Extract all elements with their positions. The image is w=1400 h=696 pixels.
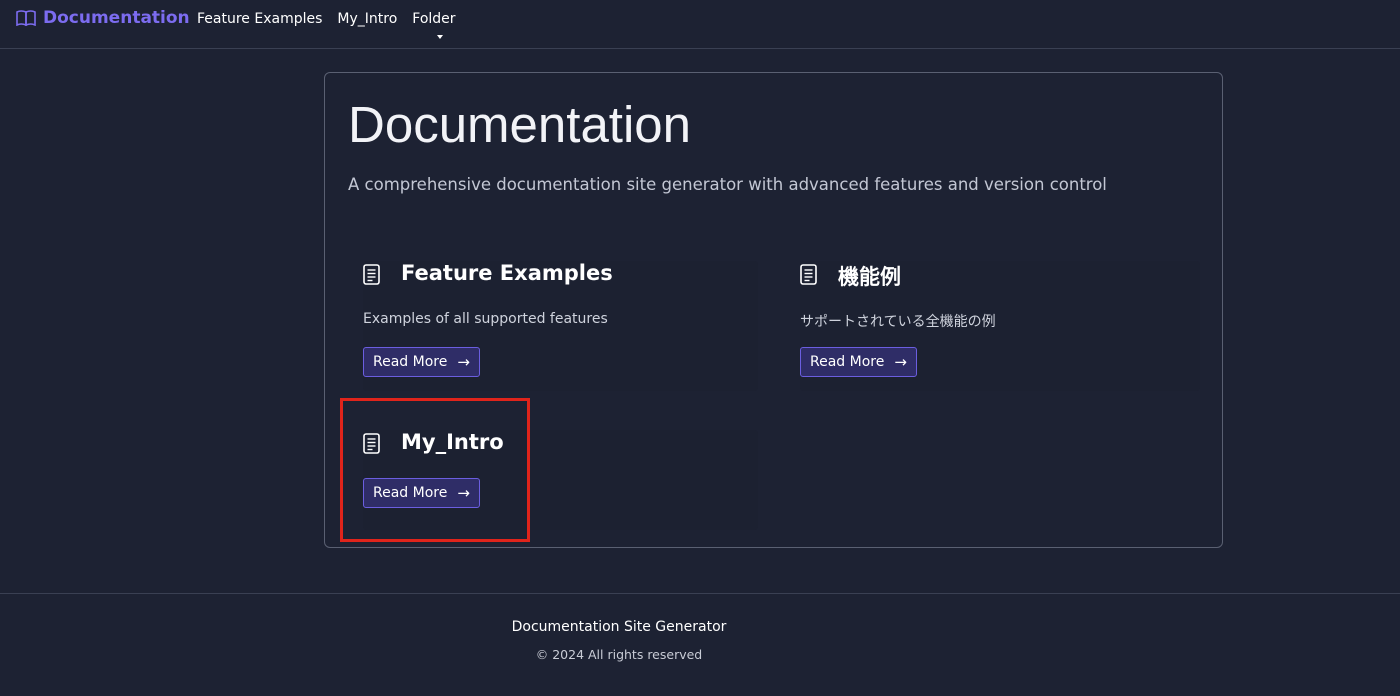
doc-card-kinou-rei: 機能例 サポートされている全機能の例 Read More → <box>800 261 1200 391</box>
doc-card-my-intro: My_Intro Read More → <box>363 430 758 530</box>
footer-copyright: © 2024 All rights reserved <box>535 647 703 662</box>
footer-title: Documentation Site Generator <box>511 619 727 635</box>
document-icon <box>363 264 380 285</box>
book-icon <box>16 10 36 27</box>
nav-link-folder-label: Folder <box>412 11 456 27</box>
doc-card-feature-examples: Feature Examples Examples of all support… <box>363 261 758 391</box>
arrow-right-icon: → <box>457 484 470 502</box>
nav-link-my-intro[interactable]: My_Intro <box>337 11 397 27</box>
read-more-label: Read More <box>373 485 448 501</box>
page-title: Documentation <box>348 96 692 153</box>
nav-link-folder[interactable]: Folder <box>412 11 456 39</box>
arrow-right-icon: → <box>457 353 470 371</box>
footer: Documentation Site Generator © 2024 All … <box>0 593 1400 696</box>
top-navbar: Documentation Feature Examples My_Intro … <box>0 0 1400 49</box>
read-more-label: Read More <box>810 354 885 370</box>
doc-card-description: サポートされている全機能の例 <box>800 314 996 330</box>
document-icon <box>800 264 817 285</box>
document-icon <box>363 433 380 454</box>
doc-card-title: 機能例 <box>838 265 901 289</box>
brand-link[interactable]: Documentation <box>16 8 190 28</box>
page-subtitle: A comprehensive documentation site gener… <box>348 175 1107 194</box>
main-card: Documentation A comprehensive documentat… <box>324 72 1223 548</box>
doc-card-title: Feature Examples <box>401 261 613 285</box>
read-more-button[interactable]: Read More → <box>363 347 480 377</box>
doc-card-title: My_Intro <box>401 430 504 454</box>
nav-links: Feature Examples My_Intro Folder <box>197 11 456 39</box>
nav-link-feature-examples[interactable]: Feature Examples <box>197 11 322 27</box>
brand-label: Documentation <box>43 8 190 28</box>
read-more-button[interactable]: Read More → <box>363 478 480 508</box>
arrow-right-icon: → <box>894 353 907 371</box>
doc-card-description: Examples of all supported features <box>363 311 608 327</box>
caret-down-icon <box>437 35 444 39</box>
read-more-label: Read More <box>373 354 448 370</box>
read-more-button[interactable]: Read More → <box>800 347 917 377</box>
